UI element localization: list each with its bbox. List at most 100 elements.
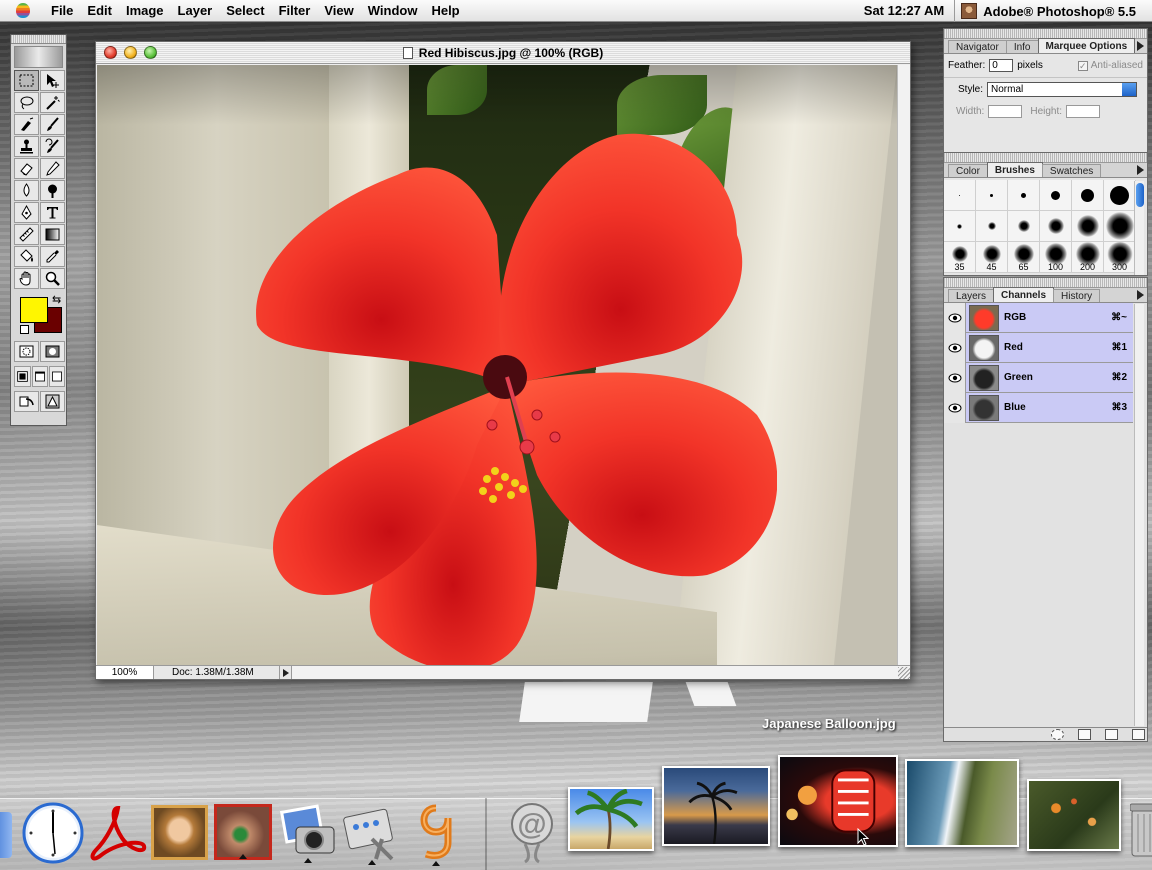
channel-row[interactable]: RGB ⌘~ [944,302,1133,333]
menu-file[interactable]: File [44,0,80,22]
palm-tree-photo-thumbnail[interactable] [568,787,654,851]
brush-tip[interactable] [1040,211,1072,242]
rectangular-marquee-tool-icon[interactable] [14,70,39,91]
vertical-scrollbar[interactable] [897,65,910,665]
iphoto-camera-icon[interactable] [278,803,338,863]
jump-to-imageready-icon[interactable] [14,391,39,412]
brush-tip[interactable]: 35 [944,242,976,273]
document-proxy-icon[interactable] [402,47,413,59]
brush-tip[interactable] [1040,180,1072,211]
brush-tip[interactable] [944,180,976,211]
brushes-scrollbar[interactable] [1134,181,1144,275]
desktop-file-label[interactable]: Japanese Balloon.jpg [762,716,896,731]
paintbrush-tool-icon[interactable] [40,114,65,135]
system-preferences-icon[interactable] [342,803,402,865]
mail-at-icon[interactable]: @ [505,800,559,864]
tab-brushes[interactable]: Brushes [986,162,1043,177]
full-screen-menubar-icon[interactable] [32,366,48,387]
menu-layer[interactable]: Layer [171,0,220,22]
brush-tip[interactable]: 200 [1072,242,1104,273]
toolbox-titlebar[interactable] [11,35,66,44]
eye-visibility-icon[interactable] [944,332,966,363]
tab-info[interactable]: Info [1005,40,1039,53]
pencil-tool-icon[interactable] [40,158,65,179]
menu-window[interactable]: Window [361,0,425,22]
resize-grip[interactable] [898,667,910,679]
anti-aliased-checkbox[interactable]: ✓ [1077,60,1088,71]
save-selection-icon[interactable] [1078,729,1091,740]
move-tool-icon[interactable] [40,70,65,91]
tab-color[interactable]: Color [948,164,988,177]
brush-tip[interactable] [1008,211,1040,242]
eye-image-icon[interactable] [214,804,272,860]
tab-layers[interactable]: Layers [948,289,995,302]
brush-tip[interactable] [1104,211,1136,242]
sunset-photo-thumbnail[interactable] [662,766,770,846]
standard-screen-mode-icon[interactable] [14,366,31,387]
image-canvas[interactable] [97,65,897,665]
koi-photo-thumbnail[interactable] [1027,779,1121,851]
palette-menu-arrow-icon[interactable] [1137,41,1144,51]
trash-icon[interactable] [1132,729,1145,740]
palette-menu-arrow-icon[interactable] [1137,165,1144,175]
palette-menu-arrow-icon[interactable] [1137,290,1144,300]
menu-select[interactable]: Select [219,0,271,22]
brush-tip[interactable]: 100 [1040,242,1072,273]
document-titlebar[interactable]: Red Hibiscus.jpg @ 100% (RGB) [96,42,910,64]
hand-tool-icon[interactable] [14,268,39,289]
default-colors-icon[interactable] [20,325,29,334]
channel-row[interactable]: Green ⌘2 [944,362,1133,393]
menu-image[interactable]: Image [119,0,171,22]
new-channel-icon[interactable] [1105,729,1118,740]
application-switcher[interactable]: Adobe® Photoshop® 5.5 [954,0,1152,22]
full-screen-mode-icon[interactable] [49,366,65,387]
foreground-color-swatch[interactable] [20,297,48,323]
type-tool-icon[interactable] [40,202,65,223]
menu-filter[interactable]: Filter [272,0,318,22]
japanese-balloon-photo-thumbnail[interactable] [778,755,898,847]
brush-tip[interactable]: 300 [1104,242,1136,273]
trash-icon[interactable] [1129,800,1152,860]
brush-tip[interactable] [1072,211,1104,242]
tab-channels[interactable]: Channels [993,287,1055,302]
feather-input[interactable]: 0 [989,59,1014,72]
brush-tip[interactable] [944,211,976,242]
brush-tip[interactable] [976,180,1008,211]
apple-icon[interactable] [16,3,30,18]
palette-titlebar[interactable] [944,153,1147,163]
channels-scrollbar[interactable] [1134,304,1144,726]
menu-help[interactable]: Help [424,0,466,22]
blur-tool-icon[interactable] [14,180,39,201]
magic-wand-tool-icon[interactable] [40,92,65,113]
channel-row[interactable]: Red ⌘1 [944,332,1133,363]
tab-marquee-options[interactable]: Marquee Options [1037,38,1136,53]
scroll-thumb[interactable] [1136,183,1144,207]
brush-tip[interactable]: 45 [976,242,1008,273]
brush-tip[interactable]: 65 [1008,242,1040,273]
swap-colors-icon[interactable]: ⇆ [52,293,61,306]
horizontal-scrollbar[interactable] [292,666,910,679]
tab-navigator[interactable]: Navigator [948,40,1007,53]
lasso-tool-icon[interactable] [14,92,39,113]
tab-swatches[interactable]: Swatches [1041,164,1102,177]
zoom-tool-icon[interactable] [40,268,65,289]
load-selection-icon[interactable] [1051,729,1064,740]
acrobat-icon[interactable] [88,802,148,864]
eye-visibility-icon[interactable] [944,362,966,393]
quick-mask-mode-icon[interactable] [40,341,65,362]
finder-icon[interactable] [0,812,12,858]
coastline-photo-thumbnail[interactable] [905,759,1019,847]
imageready-icon[interactable] [40,391,65,412]
brush-tip[interactable] [1008,180,1040,211]
brush-tip[interactable] [1072,180,1104,211]
eye-visibility-icon[interactable] [944,302,966,333]
eye-visibility-icon[interactable] [944,392,966,423]
venus-portrait-icon[interactable] [151,805,208,860]
status-menu-arrow-icon[interactable] [280,666,292,679]
airbrush-tool-icon[interactable] [14,114,39,135]
measure-tool-icon[interactable] [14,224,39,245]
menu-view[interactable]: View [317,0,360,22]
zoom-button[interactable] [144,46,157,59]
brush-tip[interactable] [1104,180,1136,211]
minimize-button[interactable] [124,46,137,59]
